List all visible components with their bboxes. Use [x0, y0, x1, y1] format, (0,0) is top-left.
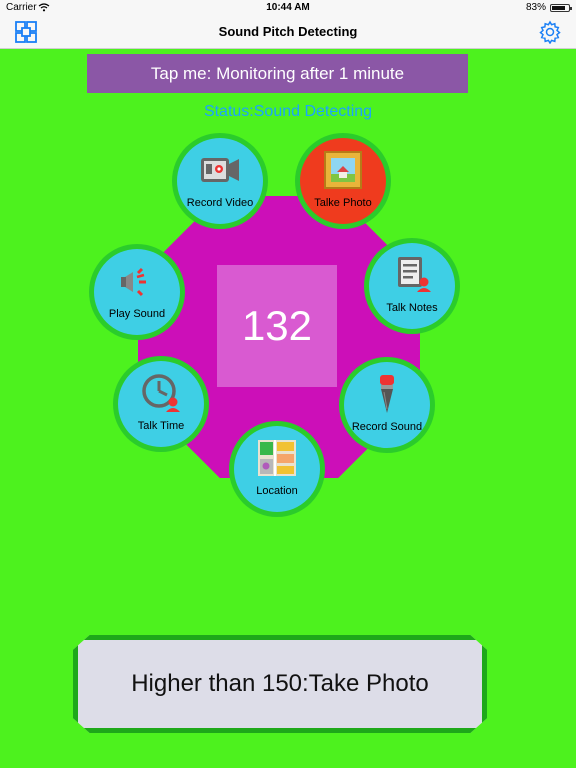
photo-frame-icon: [323, 150, 363, 190]
talk-notes-circle: Talk Notes: [369, 243, 455, 329]
talk-time-circle: Talk Time: [118, 361, 204, 447]
play-sound-circle: Play Sound: [94, 249, 180, 335]
play-sound-button[interactable]: Play Sound: [89, 244, 185, 340]
status-text: Status:Sound Detecting: [203, 103, 373, 120]
battery-percent: 83%: [525, 2, 546, 13]
talk-notes-button[interactable]: Talk Notes: [364, 238, 460, 334]
talk-notes-label: Talk Notes: [386, 302, 438, 314]
speaker-icon: [117, 261, 157, 301]
talk-time-label: Talk Time: [137, 420, 185, 432]
record-video-circle: Record Video: [177, 138, 263, 224]
nav-bar: Sound Pitch Detecting: [0, 16, 576, 49]
take-photo-label: Talke Photo: [314, 197, 372, 209]
location-button[interactable]: Location: [229, 421, 325, 517]
location-circle: Location: [234, 426, 320, 512]
threshold-rule-button[interactable]: Higher than 150:Take Photo: [73, 635, 487, 733]
take-photo-button[interactable]: Talke Photo: [295, 133, 391, 229]
record-sound-circle: Record Sound: [344, 362, 430, 448]
microphone-icon: [367, 374, 407, 414]
map-icon: [257, 438, 297, 478]
monitor-button[interactable]: Tap me: Monitoring after 1 minute: [87, 54, 468, 93]
notes-icon: [392, 255, 432, 295]
page-title: Sound Pitch Detecting: [218, 24, 358, 39]
sound-level-counter: 132: [217, 265, 337, 387]
clock-time: 10:44 AM: [266, 2, 310, 13]
clock-icon: [141, 373, 181, 413]
battery-icon: [550, 4, 572, 12]
talk-time-button[interactable]: Talk Time: [113, 356, 209, 452]
status-bar: Carrier 10:44 AM 83%: [0, 0, 576, 16]
video-camera-icon: [200, 150, 240, 190]
battery-fill: [552, 6, 565, 10]
gear-icon[interactable]: [538, 20, 562, 45]
take-photo-circle: Talke Photo: [300, 138, 386, 224]
location-label: Location: [256, 485, 298, 497]
record-video-label: Record Video: [186, 197, 254, 209]
play-sound-label: Play Sound: [108, 308, 166, 320]
record-sound-button[interactable]: Record Sound: [339, 357, 435, 453]
record-video-button[interactable]: Record Video: [172, 133, 268, 229]
record-sound-label: Record Sound: [351, 421, 423, 433]
